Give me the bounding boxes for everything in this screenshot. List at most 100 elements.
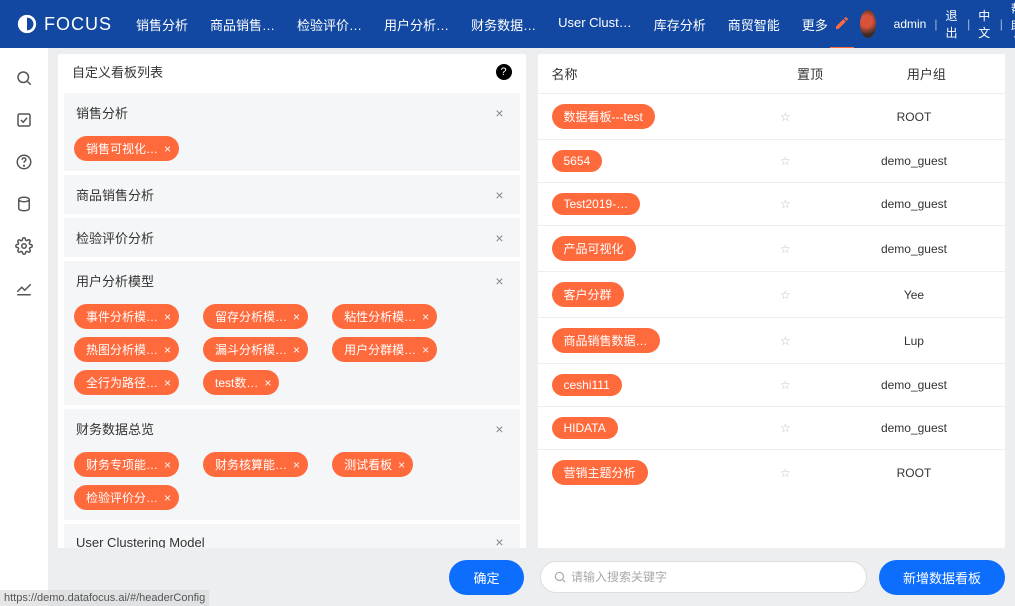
table-row: 商品销售数据…☆Lup xyxy=(538,318,1006,364)
group-title: 检验评价分析 xyxy=(76,228,154,247)
close-icon[interactable]: × xyxy=(491,421,507,437)
gear-icon[interactable] xyxy=(14,236,34,256)
group-title: 财务数据总览 xyxy=(76,419,154,438)
remove-icon[interactable]: × xyxy=(164,491,171,505)
logout-link[interactable]: 退出 xyxy=(945,7,959,41)
dashboard-chip[interactable]: 财务专项能…× xyxy=(74,452,179,477)
chip-label: 测试看板 xyxy=(344,456,392,473)
remove-icon[interactable]: × xyxy=(422,310,429,324)
search-icon xyxy=(553,570,567,584)
remove-icon[interactable]: × xyxy=(164,142,171,156)
nav-item[interactable]: User Clust… xyxy=(558,15,632,34)
dashboard-name-chip[interactable]: 产品可视化 xyxy=(552,236,636,261)
help-icon: ❔ xyxy=(1011,34,1015,48)
separator: | xyxy=(1000,17,1003,31)
info-icon[interactable]: ? xyxy=(496,64,512,80)
help-icon[interactable] xyxy=(14,152,34,172)
col-header-name: 名称 xyxy=(552,64,759,83)
panel-custom-dashboards: 自定义看板列表 ? 销售分析×销售可视化…×商品销售分析×检验评价分析×用户分析… xyxy=(58,54,526,548)
dashboard-group: 财务数据总览×财务专项能…×财务核算能…×测试看板×检验评价分…× xyxy=(64,409,520,520)
group-title: User Clustering Model xyxy=(76,535,205,549)
pin-star-icon[interactable]: ☆ xyxy=(780,154,791,168)
pin-star-icon[interactable]: ☆ xyxy=(780,197,791,211)
remove-icon[interactable]: × xyxy=(164,310,171,324)
dashboard-chip[interactable]: 销售可视化… × xyxy=(74,136,179,161)
dashboard-chip[interactable]: 热图分析模… × xyxy=(74,337,179,362)
avatar[interactable] xyxy=(860,10,876,38)
chip-label: 销售可视化… xyxy=(86,140,158,157)
dashboard-chip[interactable]: 用户分群模…× xyxy=(332,337,437,362)
remove-icon[interactable]: × xyxy=(293,343,300,357)
chip-label: 热图分析模… xyxy=(86,341,158,358)
dashboard-chip[interactable]: test数…× xyxy=(203,370,279,395)
group-title: 商品销售分析 xyxy=(76,185,154,204)
dashboard-chip[interactable]: 粘性分析模…× xyxy=(332,304,437,329)
dashboard-name-chip[interactable]: ceshi111 xyxy=(552,374,622,396)
chip-label: 财务核算能… xyxy=(215,456,287,473)
close-icon[interactable]: × xyxy=(491,105,507,121)
search-input[interactable] xyxy=(571,570,854,584)
table-row: ceshi111☆demo_guest xyxy=(538,364,1006,407)
remove-icon[interactable]: × xyxy=(164,458,171,472)
close-icon[interactable]: × xyxy=(491,230,507,246)
nav-item[interactable]: 更多 xyxy=(802,15,828,34)
nav-item[interactable]: 商贸智能 xyxy=(728,15,780,34)
pin-star-icon[interactable]: ☆ xyxy=(780,378,791,392)
dashboard-chip[interactable]: 测试看板 × xyxy=(332,452,413,477)
nav-item[interactable]: 销售分析 xyxy=(136,15,188,34)
remove-icon[interactable]: × xyxy=(164,376,171,390)
right-scroll[interactable]: 数据看板---test☆ROOT5654☆demo_guestTest2019-… xyxy=(538,93,1006,548)
search-icon[interactable] xyxy=(14,68,34,88)
dashboard-name-chip[interactable]: Test2019-… xyxy=(552,193,641,215)
remove-icon[interactable]: × xyxy=(293,458,300,472)
trend-icon[interactable] xyxy=(14,278,34,298)
logo: FOCUS xyxy=(16,13,112,35)
database-icon[interactable] xyxy=(14,194,34,214)
nav-item[interactable]: 检验评价… xyxy=(297,15,362,34)
dashboard-chip[interactable]: 检验评价分…× xyxy=(74,485,179,510)
remove-icon[interactable]: × xyxy=(264,376,271,390)
dashboard-name-chip[interactable]: 客户分群 xyxy=(552,282,624,307)
pin-star-icon[interactable]: ☆ xyxy=(780,421,791,435)
dashboard-chip[interactable]: 事件分析模… × xyxy=(74,304,179,329)
dashboard-name-chip[interactable]: 数据看板---test xyxy=(552,104,655,129)
nav-item[interactable]: 商品销售… xyxy=(210,15,275,34)
nav-item[interactable]: 用户分析… xyxy=(384,15,449,34)
confirm-button[interactable]: 确定 xyxy=(449,560,523,595)
chip-label: 事件分析模… xyxy=(86,308,158,325)
dashboard-name-chip[interactable]: HIDATA xyxy=(552,417,618,439)
pin-star-icon[interactable]: ☆ xyxy=(780,242,791,256)
remove-icon[interactable]: × xyxy=(422,343,429,357)
bookmark-icon[interactable] xyxy=(14,110,34,130)
nav-item[interactable]: 财务数据… xyxy=(471,15,536,34)
left-scroll[interactable]: 销售分析×销售可视化…×商品销售分析×检验评价分析×用户分析模型×事件分析模…×… xyxy=(58,89,526,548)
dashboard-group: 销售分析×销售可视化…× xyxy=(64,93,520,171)
col-header-group: 用户组 xyxy=(862,64,991,83)
edit-icon[interactable] xyxy=(834,15,850,34)
user-name[interactable]: admin xyxy=(894,17,927,31)
dashboard-name-chip[interactable]: 营销主题分析 xyxy=(552,460,648,485)
user-group-cell: Yee xyxy=(823,272,1005,318)
pin-star-icon[interactable]: ☆ xyxy=(780,288,791,302)
help-link[interactable]: 帮助 ❔ xyxy=(1011,0,1015,48)
remove-icon[interactable]: × xyxy=(398,458,405,472)
pin-star-icon[interactable]: ☆ xyxy=(780,466,791,480)
add-dashboard-button[interactable]: 新增数据看板 xyxy=(879,560,1005,595)
dashboard-chip[interactable]: 漏斗分析模…× xyxy=(203,337,308,362)
close-icon[interactable]: × xyxy=(491,273,507,289)
pin-star-icon[interactable]: ☆ xyxy=(780,110,791,124)
dashboard-chip[interactable]: 财务核算能… × xyxy=(203,452,308,477)
close-icon[interactable]: × xyxy=(491,187,507,203)
search-box[interactable] xyxy=(540,561,867,593)
nav-item[interactable]: 库存分析 xyxy=(654,15,706,34)
separator: | xyxy=(967,17,970,31)
dashboard-chip[interactable]: 留存分析模…× xyxy=(203,304,308,329)
close-icon[interactable]: × xyxy=(491,534,507,548)
dashboard-name-chip[interactable]: 商品销售数据… xyxy=(552,328,660,353)
dashboard-chip[interactable]: 全行为路径…× xyxy=(74,370,179,395)
lang-link[interactable]: 中文 xyxy=(978,7,992,41)
pin-star-icon[interactable]: ☆ xyxy=(780,334,791,348)
remove-icon[interactable]: × xyxy=(164,343,171,357)
dashboard-name-chip[interactable]: 5654 xyxy=(552,150,603,172)
remove-icon[interactable]: × xyxy=(293,310,300,324)
